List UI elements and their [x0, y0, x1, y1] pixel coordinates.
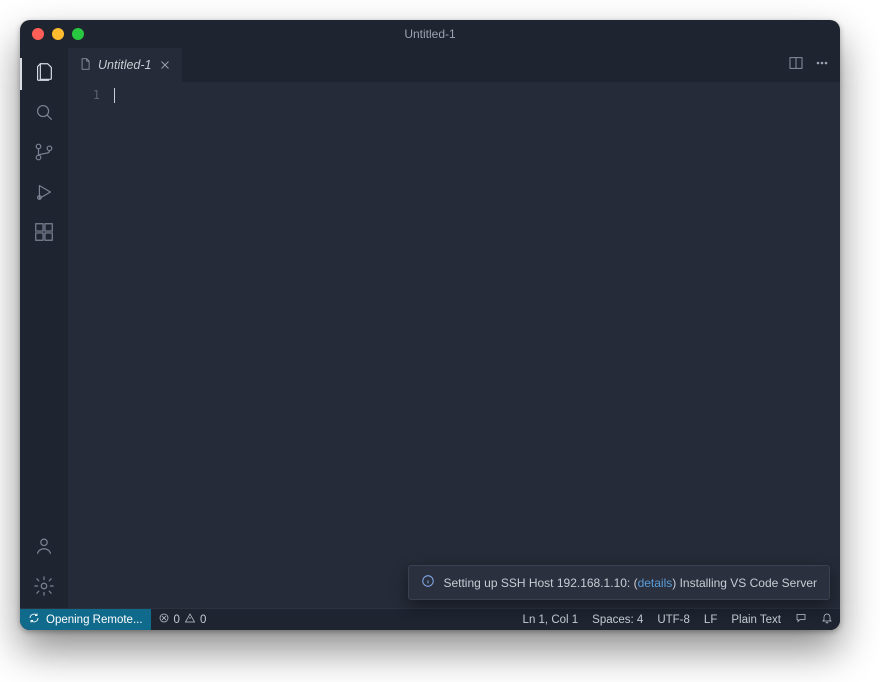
extensions-tab[interactable]	[20, 214, 68, 254]
text-editor[interactable]: 1	[68, 82, 840, 608]
app-window: Untitled-1	[20, 20, 840, 630]
language-mode-button[interactable]: Plain Text	[724, 609, 788, 630]
indentation-button[interactable]: Spaces: 4	[585, 609, 650, 630]
search-icon	[33, 101, 55, 128]
more-actions-button[interactable]	[814, 55, 830, 76]
error-icon	[158, 612, 170, 627]
line-number-gutter: 1	[68, 82, 110, 608]
source-control-tab[interactable]	[20, 134, 68, 174]
toast-details-link[interactable]: details	[638, 576, 673, 590]
text-cursor	[114, 88, 115, 103]
run-debug-tab[interactable]	[20, 174, 68, 214]
indentation-label: Spaces: 4	[592, 614, 643, 626]
remote-status-label: Opening Remote...	[46, 614, 143, 626]
encoding-label: UTF-8	[657, 614, 690, 626]
language-label: Plain Text	[731, 614, 781, 626]
settings-button[interactable]	[20, 568, 68, 608]
activity-bar	[20, 48, 68, 608]
toast-text-suffix: ) Installing VS Code Server	[672, 576, 817, 590]
cursor-position-button[interactable]: Ln 1, Col 1	[516, 609, 586, 630]
toast-text-prefix: Setting up SSH Host 192.168.1.10: (	[443, 576, 637, 590]
play-bug-icon	[33, 181, 55, 208]
title-bar: Untitled-1	[20, 20, 840, 48]
bell-icon	[821, 612, 833, 627]
remote-status-button[interactable]: Opening Remote...	[20, 609, 151, 630]
warning-icon	[184, 612, 196, 627]
account-icon	[33, 535, 55, 562]
file-icon	[78, 57, 92, 74]
encoding-button[interactable]: UTF-8	[650, 609, 697, 630]
code-content[interactable]	[110, 82, 840, 608]
problems-button[interactable]: 0 0	[151, 609, 214, 630]
explorer-tab[interactable]	[20, 54, 68, 94]
editor-area: Untitled-1 1	[68, 48, 840, 608]
maximize-window-button[interactable]	[72, 28, 84, 40]
search-tab[interactable]	[20, 94, 68, 134]
feedback-button[interactable]	[788, 609, 814, 630]
info-icon	[421, 574, 435, 591]
minimize-window-button[interactable]	[52, 28, 64, 40]
feedback-icon	[795, 612, 807, 627]
error-count: 0	[174, 614, 180, 626]
eol-label: LF	[704, 614, 717, 626]
window-title: Untitled-1	[20, 27, 840, 41]
notification-toast[interactable]: Setting up SSH Host 192.168.1.10: (detai…	[408, 565, 830, 600]
status-bar: Opening Remote... 0 0 Ln 1, Col 1 Spaces…	[20, 608, 840, 630]
files-icon	[33, 61, 55, 88]
gear-icon	[33, 575, 55, 602]
toast-message: Setting up SSH Host 192.168.1.10: (detai…	[443, 576, 817, 590]
notifications-button[interactable]	[814, 609, 840, 630]
line-number: 1	[68, 88, 100, 102]
tab-label: Untitled-1	[98, 58, 152, 72]
tab-bar: Untitled-1	[68, 48, 840, 82]
branch-icon	[33, 141, 55, 168]
accounts-button[interactable]	[20, 528, 68, 568]
cursor-position: Ln 1, Col 1	[523, 614, 579, 626]
remote-sync-icon	[28, 612, 40, 627]
editor-tab[interactable]: Untitled-1	[68, 48, 182, 82]
tab-close-button[interactable]	[158, 58, 172, 72]
warning-count: 0	[200, 614, 206, 626]
split-editor-button[interactable]	[788, 55, 804, 76]
extensions-icon	[33, 221, 55, 248]
close-window-button[interactable]	[32, 28, 44, 40]
eol-button[interactable]: LF	[697, 609, 724, 630]
